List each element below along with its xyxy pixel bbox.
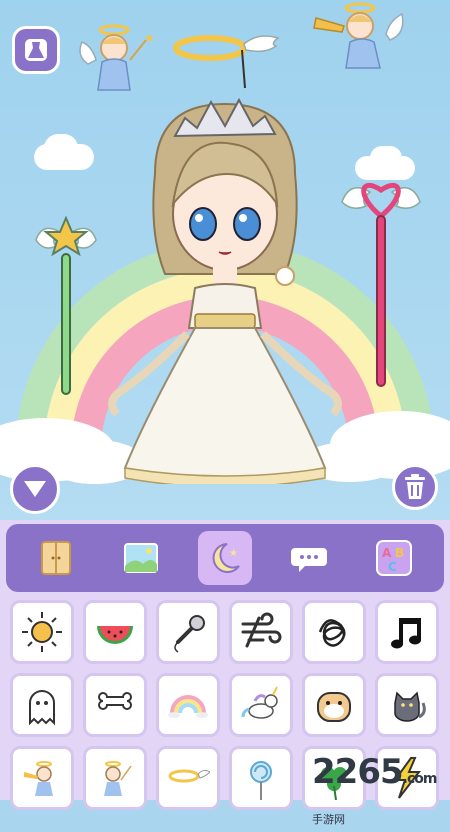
- tab-wardrobe[interactable]: [29, 531, 83, 585]
- bone-icon: [98, 692, 132, 710]
- item-cherub-trumpet[interactable]: [10, 746, 74, 810]
- sun-icon: [22, 612, 62, 652]
- rainbow-icon: [168, 695, 208, 718]
- svg-text:★: ★: [144, 31, 155, 45]
- watermark-brand: 2265: [312, 752, 404, 792]
- tab-decorations[interactable]: ★: [197, 531, 252, 585]
- item-sun[interactable]: [10, 600, 74, 664]
- landscape-icon: [123, 543, 158, 573]
- item-bone[interactable]: [83, 673, 147, 737]
- tab-speech-bubbles[interactable]: [282, 531, 336, 585]
- triangle-down-icon: [24, 481, 46, 497]
- item-scribble[interactable]: [302, 600, 366, 664]
- watermelon-icon: [97, 626, 133, 644]
- hamster-icon: [317, 692, 351, 722]
- outfit-menu-button[interactable]: [12, 26, 60, 74]
- item-wind[interactable]: [229, 600, 293, 664]
- svg-text:A: A: [382, 546, 392, 560]
- cherub-trumpet-sticker[interactable]: [312, 0, 412, 76]
- scribble-icon: [318, 619, 346, 647]
- svg-text:C: C: [388, 560, 397, 574]
- item-lollipop[interactable]: [229, 746, 293, 810]
- abc-blocks-icon: A B C: [375, 540, 412, 576]
- wardrobe-icon: [41, 541, 72, 575]
- speech-bubble-icon: [291, 548, 328, 572]
- lollipop-icon: [250, 761, 272, 800]
- item-hamster[interactable]: [302, 673, 366, 737]
- svg-text:★: ★: [229, 548, 238, 559]
- item-ghost[interactable]: [10, 673, 74, 737]
- dressup-canvas[interactable]: ★: [0, 0, 450, 520]
- item-halo[interactable]: [156, 746, 220, 810]
- trash-icon: [405, 474, 425, 499]
- svg-text:B: B: [395, 546, 404, 560]
- category-tabbar: ★ A B C: [6, 524, 444, 592]
- wind-icon: [241, 612, 282, 648]
- music-note-icon: [391, 618, 421, 649]
- moon-star-icon: ★: [212, 543, 240, 573]
- item-rainbow[interactable]: [156, 673, 220, 737]
- site-watermark: 2265.com 手游网: [312, 752, 450, 832]
- doll-character[interactable]: [95, 84, 355, 484]
- unicorn-icon: [241, 686, 278, 719]
- tab-background[interactable]: [114, 531, 168, 585]
- watermark-suffix: .com: [402, 771, 438, 787]
- ghost-icon: [29, 690, 55, 726]
- halo-icon: [168, 769, 210, 783]
- cat-icon: [394, 691, 426, 722]
- delete-button[interactable]: [392, 464, 438, 510]
- watermark-sub: 手游网: [312, 813, 345, 826]
- item-cherub-wand[interactable]: [83, 746, 147, 810]
- star-wand-sticker[interactable]: [26, 216, 106, 396]
- item-microphone[interactable]: [156, 600, 220, 664]
- tab-letters[interactable]: A B C: [367, 531, 421, 585]
- dress-icon: [25, 39, 47, 61]
- cherub-trumpet-icon: [24, 761, 53, 796]
- item-music-note[interactable]: [375, 600, 439, 664]
- cherub-wand-icon: [104, 761, 132, 796]
- item-cat[interactable]: [375, 673, 439, 737]
- collapse-panel-button[interactable]: [10, 464, 60, 514]
- item-watermelon[interactable]: [83, 600, 147, 664]
- item-unicorn[interactable]: [229, 673, 293, 737]
- microphone-icon: [174, 615, 205, 653]
